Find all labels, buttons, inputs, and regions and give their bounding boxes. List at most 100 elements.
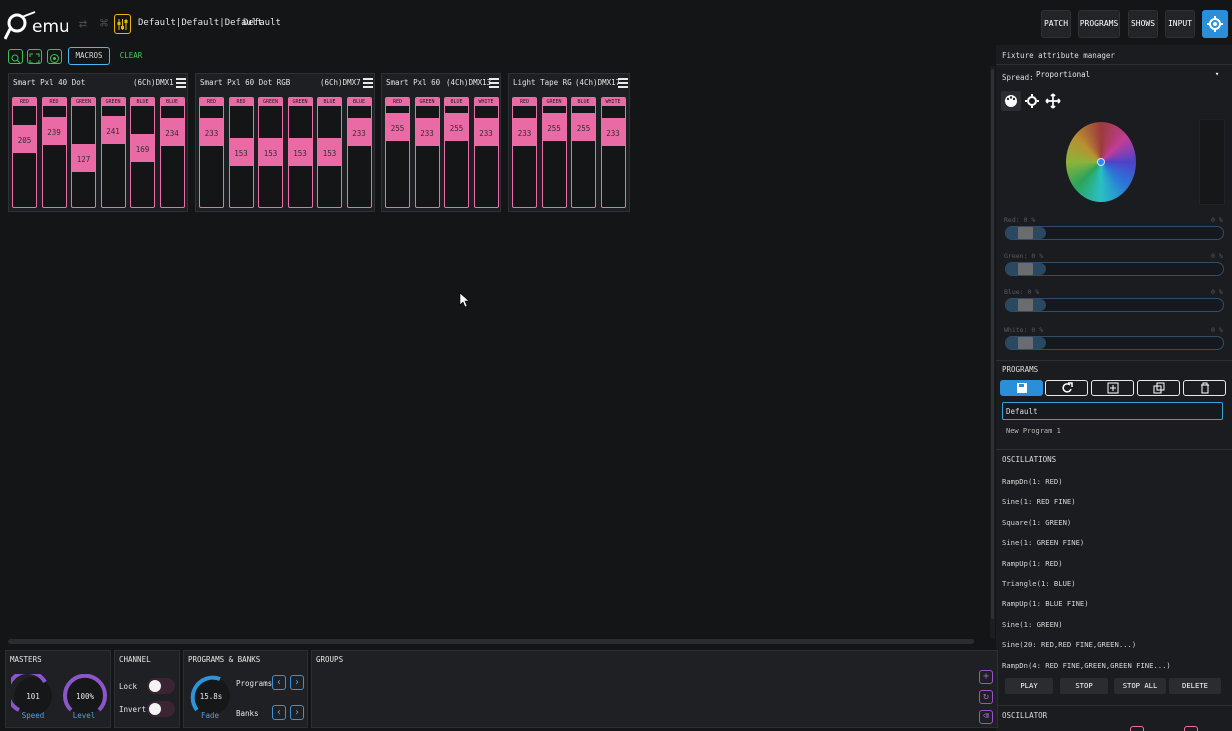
gear-icon[interactable] (1023, 92, 1041, 110)
fader-handle[interactable]: 205 (13, 128, 36, 154)
oscillation-item[interactable]: Square(1: GREEN) (1002, 515, 1223, 531)
channel-fader[interactable]: GREEN 255 (541, 97, 567, 208)
fader-handle[interactable]: 153 (229, 140, 253, 166)
delete-group-icon[interactable]: ⌫ (979, 710, 993, 724)
macros-button[interactable]: MACROS (68, 47, 110, 65)
oscillation-item[interactable]: Triangle(1: BLUE) (1002, 576, 1223, 592)
channel-fader[interactable]: RED 255 (385, 97, 410, 208)
slider-thumb[interactable] (1018, 263, 1033, 275)
fader-handle[interactable]: 255 (572, 116, 595, 141)
menu-icon[interactable] (176, 78, 186, 88)
stop-all-button[interactable]: STOP ALL (1114, 678, 1166, 694)
channel-fader[interactable]: GREEN 153 (287, 97, 313, 208)
banks-prev-button[interactable]: ‹ (272, 705, 286, 720)
fader-handle[interactable]: 233 (415, 121, 439, 147)
fader-handle[interactable]: 153 (288, 140, 312, 166)
oscillation-item[interactable]: Sine(20: RED,RED FINE,GREEN...) (1002, 637, 1223, 653)
channel-fader[interactable]: BLUE 255 (444, 97, 469, 208)
menu-icon[interactable] (363, 78, 373, 88)
fader-handle[interactable]: 153 (318, 140, 341, 166)
invert-toggle-thumb[interactable] (149, 703, 161, 715)
banks-next-button[interactable]: › (290, 705, 304, 720)
refresh-group-icon[interactable]: ↻ (979, 690, 993, 704)
copy-program-button[interactable] (1137, 380, 1180, 396)
fader-handle[interactable]: 239 (42, 119, 66, 145)
channel-fader[interactable]: BLUE 233 (346, 97, 372, 208)
lock-toggle-thumb[interactable] (149, 680, 161, 692)
input-button[interactable]: INPUT (1165, 10, 1195, 38)
channel-fader[interactable]: WHITE 233 (600, 97, 626, 208)
fader-handle[interactable]: 255 (445, 116, 468, 141)
oscillation-item[interactable]: Sine(1: GREEN FINE) (1002, 535, 1223, 551)
fader-handle[interactable]: 233 (513, 121, 536, 147)
channel-fader[interactable]: RED 233 (199, 97, 224, 208)
fader-handle[interactable]: 169 (131, 136, 154, 162)
delete-program-button[interactable] (1183, 380, 1226, 396)
move-icon[interactable] (1044, 92, 1062, 110)
fader-handle[interactable]: 234 (160, 121, 184, 147)
channel-fader[interactable]: GREEN 241 (100, 97, 126, 208)
horizontal-scrollbar[interactable] (8, 639, 974, 644)
oscillator-slider-handle[interactable] (1130, 726, 1144, 731)
fader-handle[interactable]: 233 (347, 121, 371, 147)
channel-fader[interactable]: BLUE 234 (159, 97, 185, 208)
vertical-scrollbar-thumb[interactable] (991, 69, 994, 619)
oscillation-item[interactable]: Sine(1: GREEN) (1002, 617, 1223, 633)
fader-handle[interactable]: 127 (72, 147, 95, 173)
programs-next-button[interactable]: › (290, 675, 304, 690)
fader-handle[interactable]: 233 (601, 121, 625, 147)
fader-handle[interactable]: 255 (386, 116, 409, 141)
add-group-icon[interactable]: + (979, 670, 993, 684)
oscillator-slider-handle[interactable] (1184, 726, 1198, 731)
channel-fader[interactable]: RED 233 (512, 97, 537, 208)
settings-button[interactable] (1202, 10, 1228, 38)
expand-tool-icon[interactable] (27, 49, 42, 64)
channel-fader[interactable]: GREEN 127 (71, 97, 96, 208)
menu-icon[interactable] (618, 78, 628, 88)
programs-prev-button[interactable]: ‹ (272, 675, 286, 690)
show-settings-icon[interactable] (114, 14, 131, 34)
channel-fader[interactable]: RED 205 (12, 97, 37, 208)
oscillator-title: OSCILLATOR (1002, 711, 1048, 720)
oscillation-item[interactable]: Sine(1: RED FINE) (1002, 494, 1223, 510)
channel-fader[interactable]: BLUE 255 (571, 97, 596, 208)
programs-button[interactable]: PROGRAMS (1078, 10, 1120, 38)
spread-select[interactable]: Proportional ▾ (1036, 70, 1224, 84)
delete-oscillation-button[interactable]: DELETE (1169, 678, 1221, 694)
menu-icon[interactable] (489, 78, 499, 88)
fader-handle[interactable]: 153 (259, 140, 282, 166)
patch-button[interactable]: PATCH (1041, 10, 1071, 38)
slider-thumb[interactable] (1018, 299, 1033, 311)
slider-thumb[interactable] (1018, 337, 1033, 349)
fader-handle[interactable]: 255 (542, 116, 566, 141)
target-tool-icon[interactable] (47, 49, 62, 64)
fader-handle[interactable]: 241 (101, 119, 125, 145)
slider-thumb[interactable] (1018, 227, 1033, 239)
channel-fader[interactable]: RED 153 (228, 97, 254, 208)
stop-button[interactable]: STOP (1060, 678, 1108, 694)
oscillation-item[interactable]: RampDn(1: RED) (1002, 474, 1223, 490)
shows-button[interactable]: SHOWS (1128, 10, 1158, 38)
color-selector-handle[interactable] (1097, 158, 1105, 166)
play-button[interactable]: PLAY (1005, 678, 1053, 694)
oscillation-item[interactable]: RampDn(4: RED FINE,GREEN,GREEN FINE...) (1002, 658, 1223, 674)
oscillation-item[interactable]: RampUp(1: BLUE FINE) (1002, 596, 1223, 612)
channel-fader[interactable]: RED 239 (41, 97, 67, 208)
add-program-button[interactable] (1091, 380, 1134, 396)
program-item[interactable]: New Program 1 (1006, 427, 1061, 435)
save-program-button[interactable] (1000, 380, 1043, 396)
oscillation-item[interactable]: RampUp(1: RED) (1002, 556, 1223, 572)
channel-fader[interactable]: BLUE 153 (317, 97, 342, 208)
fader-handle[interactable]: 233 (200, 121, 223, 147)
search-tool-icon[interactable] (8, 49, 23, 64)
clear-button[interactable]: CLEAR (116, 47, 146, 65)
channel-fader[interactable]: BLUE 169 (130, 97, 155, 208)
fader-handle[interactable]: 233 (474, 121, 498, 147)
network-icon: ⌘ (99, 16, 109, 32)
channel-fader[interactable]: GREEN 153 (258, 97, 283, 208)
fixture-name: Smart Pxl 40 Dot (13, 78, 86, 87)
channel-fader[interactable]: GREEN 233 (414, 97, 440, 208)
palette-tab[interactable] (1001, 91, 1021, 111)
reload-program-button[interactable] (1045, 380, 1088, 396)
channel-fader[interactable]: WHITE 233 (473, 97, 499, 208)
